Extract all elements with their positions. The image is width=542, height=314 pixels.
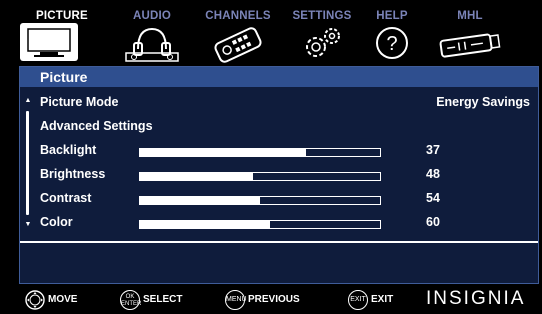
tab-help-label: HELP — [376, 10, 408, 22]
tab-audio[interactable]: AUDIO — [116, 0, 188, 66]
panel-title-bar: Picture — [20, 67, 538, 87]
scrollbar[interactable]: ▲ ▼ — [23, 97, 33, 229]
contrast-value: 54 — [426, 191, 440, 205]
scroll-up-arrow-icon[interactable]: ▲ — [23, 97, 33, 105]
tab-mhl-label: MHL — [457, 10, 483, 22]
menu-list: ▲ ▼ Picture Mode Energy Savings Advanced… — [20, 87, 538, 283]
color-slider-fill — [140, 221, 270, 228]
tab-mhl[interactable]: MHL — [430, 0, 510, 66]
tv-icon — [20, 23, 78, 61]
scroll-thumb[interactable] — [26, 111, 29, 215]
picture-mode-value: Energy Savings — [436, 95, 530, 109]
panel-title: Picture — [40, 69, 88, 85]
menu-item-contrast[interactable]: Contrast 54 — [40, 188, 530, 210]
menu-item-color[interactable]: Color 60 — [40, 212, 530, 234]
backlight-label: Backlight — [40, 143, 97, 157]
hint-exit-label: EXIT — [371, 294, 394, 305]
color-label: Color — [40, 215, 73, 229]
backlight-value: 37 — [426, 143, 440, 157]
help-icon: ? — [372, 23, 412, 68]
hint-move-label: MOVE — [48, 294, 78, 305]
backlight-slider[interactable] — [139, 148, 381, 157]
picture-menu-panel: Picture ▲ ▼ Picture Mode Energy Savings … — [19, 66, 539, 284]
menu-item-picture-mode[interactable]: Picture Mode Energy Savings — [40, 92, 530, 114]
top-menu-tabs: PICTURE AUDIO CHANNELS SETTINGS HELP ? M… — [0, 0, 542, 66]
ok-button-key-text: OK ENTER — [121, 294, 142, 307]
brightness-slider-fill — [140, 173, 253, 180]
hint-select-label: SELECT — [143, 294, 183, 305]
remote-control-icon — [208, 23, 268, 68]
contrast-slider-fill — [140, 197, 260, 204]
tab-settings-label: SETTINGS — [292, 10, 352, 22]
dpad-icon — [25, 290, 45, 310]
menu-item-brightness[interactable]: Brightness 48 — [40, 164, 530, 186]
mhl-cable-icon — [435, 23, 505, 68]
exit-button-key-text: EXIT — [350, 296, 366, 303]
menu-item-backlight[interactable]: Backlight 37 — [40, 140, 530, 162]
brightness-label: Brightness — [40, 167, 106, 181]
contrast-label: Contrast — [40, 191, 92, 205]
tab-channels-label: CHANNELS — [205, 10, 271, 22]
tab-help[interactable]: HELP ? — [360, 0, 424, 66]
gears-icon — [294, 23, 350, 68]
hint-previous-label: PREVIOUS — [248, 294, 300, 305]
ok-button-icon: OK ENTER — [120, 290, 142, 310]
svg-text:?: ? — [386, 33, 397, 55]
brightness-slider[interactable] — [139, 172, 381, 181]
divider — [20, 241, 538, 243]
backlight-slider-fill — [140, 149, 306, 156]
tab-channels[interactable]: CHANNELS — [198, 0, 278, 66]
menu-button-icon: MENU — [225, 290, 247, 310]
scroll-down-arrow-icon[interactable]: ▼ — [23, 221, 33, 229]
brand-logo: INSIGNIA — [426, 288, 526, 309]
tab-picture[interactable]: PICTURE — [0, 0, 98, 66]
brightness-value: 48 — [426, 167, 440, 181]
color-slider[interactable] — [139, 220, 381, 229]
menu-button-key-text: MENU — [226, 296, 247, 303]
picture-mode-label: Picture Mode — [40, 95, 119, 109]
advanced-settings-label: Advanced Settings — [40, 119, 153, 133]
contrast-slider[interactable] — [139, 196, 381, 205]
tab-audio-label: AUDIO — [132, 10, 172, 22]
exit-button-icon: EXIT — [348, 290, 368, 310]
tab-picture-label: PICTURE — [36, 10, 88, 22]
menu-item-advanced-settings[interactable]: Advanced Settings — [40, 116, 530, 138]
color-value: 60 — [426, 215, 440, 229]
headphones-icon — [122, 23, 182, 68]
tab-settings[interactable]: SETTINGS — [284, 0, 360, 66]
